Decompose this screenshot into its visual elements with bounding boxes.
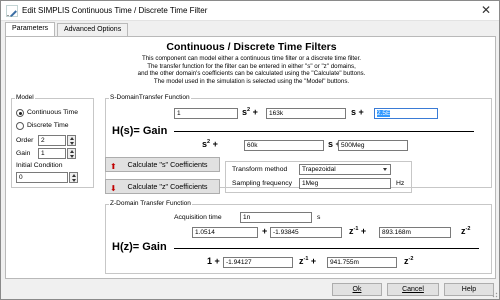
z-plus-1: + — [262, 226, 268, 236]
arrow-up-icon: ⬆ — [110, 162, 117, 171]
gain-input[interactable]: 1 — [38, 148, 66, 159]
s-num-coef-2-input[interactable]: 2.5E — [374, 108, 438, 119]
s-den-coef-1-input[interactable]: 500Meg — [338, 140, 408, 151]
initial-condition-input[interactable]: 0 — [16, 172, 68, 183]
s-den-squared-term: s2 + — [202, 139, 218, 149]
sampling-frequency-input[interactable]: 1Meg — [299, 178, 391, 189]
s-linear-term: s + — [351, 107, 364, 117]
arrow-down-icon: ⬇ — [110, 184, 117, 193]
transform-group: Transform method Trapezoidal Sampling fr… — [225, 161, 412, 193]
acquisition-time-input[interactable]: 1n — [240, 212, 312, 223]
edit-pencil-icon — [6, 5, 18, 17]
continuous-time-radio[interactable] — [16, 109, 24, 117]
transform-method-select[interactable]: Trapezoidal — [299, 164, 391, 175]
sampling-frequency-label: Sampling frequency — [232, 180, 293, 187]
gain-label: Gain — [16, 150, 31, 157]
acquisition-time-label: Acquisition time — [174, 214, 222, 221]
order-label: Order — [16, 137, 34, 144]
discrete-time-radio[interactable] — [16, 122, 24, 130]
z-fraction-line — [174, 248, 479, 249]
tab-advanced-options[interactable]: Advanced Options — [57, 23, 129, 36]
resize-grip-icon[interactable] — [490, 290, 498, 298]
z-domain-group: Z-Domain Transfer Function Acquisition t… — [105, 200, 492, 274]
window-title: Edit SIMPLIS Continuous Time / Discrete … — [22, 6, 208, 15]
hz-unit-label: Hz — [396, 180, 405, 187]
z-den-inverse-term: z-1 + — [299, 256, 317, 266]
z-den-coef-2-input[interactable]: 941.755m — [327, 257, 397, 268]
initial-condition-stepper[interactable] — [69, 172, 78, 183]
s-num-coef-1-input[interactable]: 163k — [266, 108, 346, 119]
z-num-coef-1-input[interactable]: -1.93845 — [270, 227, 342, 238]
z-inverse-squared-term: z-2 — [461, 226, 471, 236]
ok-button[interactable]: Ok — [332, 283, 382, 296]
page-title: Continuous / Discrete Time Filters — [166, 41, 337, 53]
continuous-time-label: Continuous Time — [27, 109, 79, 116]
title-bar: Edit SIMPLIS Continuous Time / Discrete … — [1, 1, 499, 21]
hz-gain-label: H(z)= Gain — [112, 241, 167, 253]
s-domain-group-label: S-DomainTransfer Function — [109, 94, 191, 101]
z-den-constant: 1 + — [207, 256, 220, 266]
z-domain-group-label: Z-Domain Transfer Function — [109, 200, 192, 207]
z-num-coef-0-input[interactable]: 1.0514 — [192, 227, 258, 238]
tab-parameters[interactable]: Parameters — [5, 22, 56, 36]
gain-stepper[interactable] — [67, 148, 76, 159]
transform-method-label: Transform method — [232, 166, 288, 173]
close-icon[interactable]: ✕ — [481, 4, 491, 16]
s-den-coef-0-input[interactable]: 60k — [244, 140, 324, 151]
acquisition-time-unit: s — [317, 214, 321, 221]
description-text: This component can model either a contin… — [137, 55, 366, 85]
model-group-label: Model — [15, 94, 35, 101]
s-num-coef-0-input[interactable]: 1 — [174, 108, 238, 119]
order-stepper[interactable] — [67, 135, 76, 146]
z-inverse-term: z-1 + — [349, 226, 367, 236]
s-fraction-line — [174, 131, 474, 132]
order-input[interactable]: 2 — [38, 135, 66, 146]
s-squared-term: s2 + — [242, 107, 258, 117]
parameters-panel: Continuous / Discrete Time Filters This … — [5, 36, 496, 279]
help-button[interactable]: Help — [444, 283, 494, 296]
dialog-window: Edit SIMPLIS Continuous Time / Discrete … — [0, 0, 500, 300]
calculate-s-button[interactable]: ⬆ Calculate "s" Coefficients — [105, 157, 220, 172]
model-group: Model Continuous Time Discrete Time Orde… — [11, 94, 94, 188]
z-num-coef-2-input[interactable]: 893.168m — [379, 227, 451, 238]
hs-gain-label: H(s)= Gain — [112, 125, 168, 137]
cancel-button[interactable]: Cancel — [387, 283, 439, 296]
calculate-z-button[interactable]: ⬇ Calculate "z" Coefficients — [105, 179, 220, 194]
chevron-down-icon — [383, 168, 387, 171]
discrete-time-label: Discrete Time — [27, 122, 69, 129]
z-den-coef-1-input[interactable]: -1.94127 — [223, 257, 293, 268]
z-den-inverse-squared-term: z-2 — [404, 256, 414, 266]
initial-condition-label: Initial Condition — [16, 162, 63, 169]
